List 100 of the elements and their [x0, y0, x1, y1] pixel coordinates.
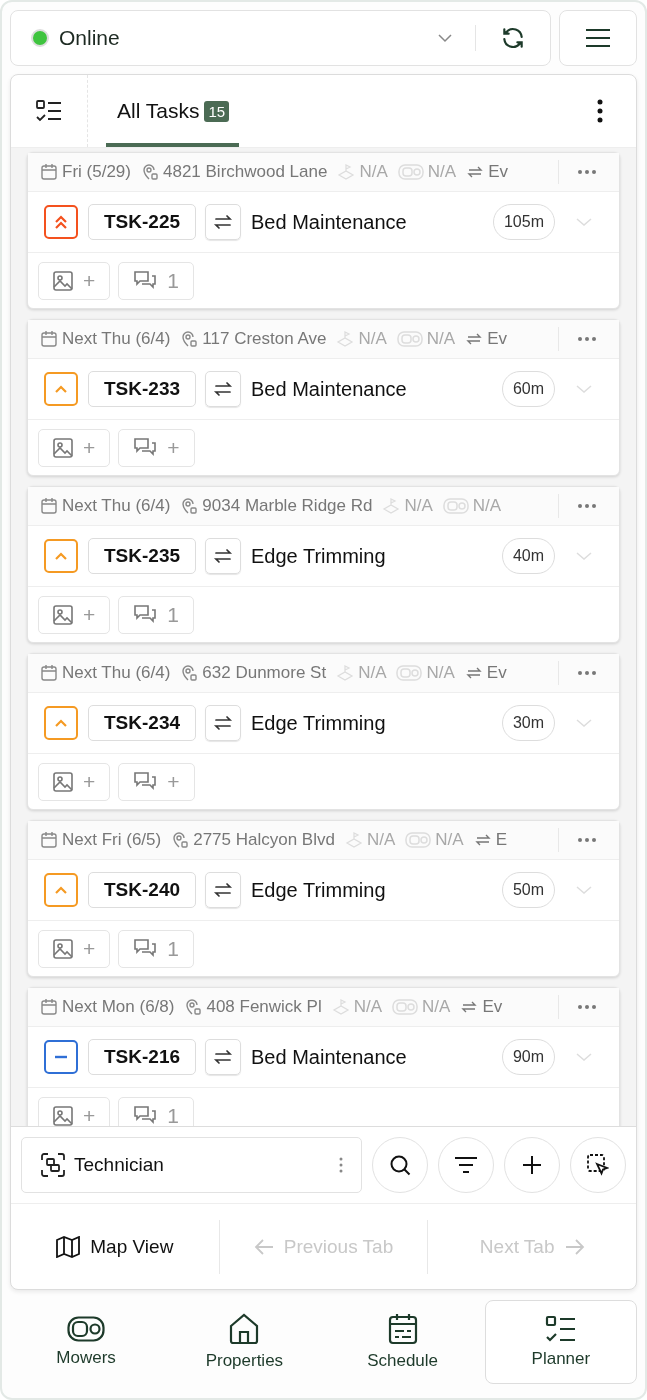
task-id[interactable]: TSK-216 [88, 1039, 197, 1075]
map-icon [56, 1235, 81, 1258]
task-date: Next Thu (6/4) [62, 663, 171, 683]
chevron-down-icon [437, 33, 453, 43]
task-id[interactable]: TSK-235 [88, 538, 197, 574]
zone-value: N/A [353, 997, 383, 1017]
mower-icon [67, 1316, 106, 1342]
menu-button[interactable] [559, 10, 637, 66]
arrow-left-icon [253, 1237, 274, 1256]
zone-value: N/A [404, 496, 433, 516]
task-id[interactable]: TSK-225 [88, 204, 197, 240]
task-name: Edge Trimming [251, 544, 387, 568]
plus-icon [522, 1155, 542, 1175]
more-icon[interactable] [597, 99, 603, 123]
comments-icon [133, 269, 158, 292]
recurrence-text: Ev [487, 329, 507, 349]
task-date: Next Thu (6/4) [62, 496, 171, 516]
task-address: 2775 Halcyon Blvd [193, 830, 335, 850]
mower-icon [396, 664, 423, 682]
task-card[interactable]: Fri (5/29) 4821 Birchwood Lane N/A N/A Ev TSK-225 Bed Maintenance 105m + 1 [27, 152, 620, 309]
nav-tab[interactable]: Schedule [326, 1300, 479, 1384]
map-view-button[interactable]: Map View [11, 1219, 219, 1274]
task-date: Next Mon (6/8) [62, 997, 175, 1017]
image-icon [53, 771, 73, 792]
zone-value: N/A [366, 830, 396, 850]
calendar-icon [40, 831, 58, 849]
chevron-up-icon [53, 717, 69, 729]
selection-cursor-icon [587, 1154, 609, 1176]
status-dropdown[interactable]: Online [10, 10, 551, 66]
task-id[interactable]: TSK-240 [88, 872, 197, 908]
location-pin-icon [180, 664, 199, 682]
select-button[interactable] [570, 1137, 626, 1193]
calendar-icon [387, 1313, 418, 1345]
nav-tab[interactable]: Mowers [10, 1300, 163, 1384]
chevron-up-icon [53, 383, 69, 395]
image-icon [53, 270, 73, 291]
mower-icon [442, 497, 469, 515]
comments-icon [133, 937, 158, 960]
add-button[interactable] [504, 1137, 560, 1193]
nav-tab[interactable]: Properties [168, 1300, 321, 1384]
repeat-icon [213, 881, 234, 899]
comments-icon [133, 603, 158, 626]
menu-icon [585, 28, 611, 48]
image-icon [53, 604, 73, 625]
task-name: Bed Maintenance [251, 1045, 408, 1069]
task-card[interactable]: Next Fri (6/5) 2775 Halcyon Blvd N/A N/A E TSK-240 Edge Trimming 50m + 1 [27, 820, 620, 977]
calendar-icon [40, 664, 58, 682]
task-date: Fri (5/29) [62, 162, 131, 182]
filter-button[interactable] [438, 1137, 494, 1193]
location-pin-icon [184, 998, 203, 1016]
task-card[interactable]: Next Thu (6/4) 632 Dunmore St N/A N/A Ev TSK-234 Edge Trimming 30m + + [27, 653, 620, 810]
checklist-icon[interactable] [35, 99, 63, 123]
repeat-icon [213, 1048, 234, 1066]
recurrence-text: Ev [482, 997, 503, 1017]
task-card[interactable]: Next Thu (6/4) 9034 Marble Ridge Rd N/A N/A TSK-235 Edge Trimming 40m + 1 [27, 486, 620, 643]
location-pin-icon [180, 330, 199, 348]
search-icon [389, 1154, 411, 1176]
repeat-icon [213, 714, 234, 732]
mower-value: N/A [422, 997, 451, 1017]
recurrence-text: E [495, 830, 507, 850]
zone-icon [344, 831, 363, 849]
search-button[interactable] [372, 1137, 428, 1193]
task-card[interactable]: Next Thu (6/4) 117 Creston Ave N/A N/A Ev TSK-233 Bed Maintenance 60m + + [27, 319, 620, 476]
task-card[interactable]: Next Mon (6/8) 408 Fenwick Pl N/A N/A Ev TSK-216 Bed Maintenance 90m + 1 [27, 987, 620, 1126]
mower-icon [396, 330, 423, 348]
calendar-icon [40, 998, 58, 1016]
comments-icon [133, 436, 158, 459]
chevron-up-icon [53, 884, 69, 896]
mower-value: N/A [426, 663, 455, 683]
recurrence-text: Ev [488, 162, 508, 182]
zone-value: N/A [358, 329, 387, 349]
arrow-right-icon [564, 1237, 585, 1256]
task-id[interactable]: TSK-234 [88, 705, 197, 741]
mower-value: N/A [472, 496, 502, 516]
nav-tab[interactable]: Planner [484, 1300, 637, 1384]
checklist-icon [544, 1315, 577, 1343]
status-label: Online [59, 26, 121, 50]
repeat-icon [213, 213, 234, 231]
location-pin-icon [140, 163, 159, 181]
zone-value: N/A [358, 663, 387, 683]
repeat-icon [213, 380, 234, 398]
zone-icon [336, 664, 355, 682]
task-address: 632 Dunmore St [202, 663, 327, 683]
image-icon [53, 938, 73, 959]
task-address: 9034 Marble Ridge Rd [202, 496, 373, 516]
count-badge: 15 [204, 100, 230, 122]
mower-icon [405, 831, 432, 849]
filter-icon [454, 1156, 478, 1174]
location-pin-icon [180, 497, 199, 515]
task-address: 408 Fenwick Pl [206, 997, 322, 1017]
calendar-icon [40, 497, 58, 515]
view-selector[interactable]: Technician [21, 1137, 362, 1193]
task-address: 4821 Birchwood Lane [162, 162, 328, 182]
task-name: Edge Trimming [251, 878, 387, 902]
task-id[interactable]: TSK-233 [88, 371, 197, 407]
task-name: Bed Maintenance [251, 377, 408, 401]
view-label: Technician [74, 1154, 165, 1176]
home-icon [229, 1313, 260, 1345]
refresh-icon[interactable] [500, 25, 526, 51]
task-date: Next Fri (6/5) [62, 830, 162, 850]
